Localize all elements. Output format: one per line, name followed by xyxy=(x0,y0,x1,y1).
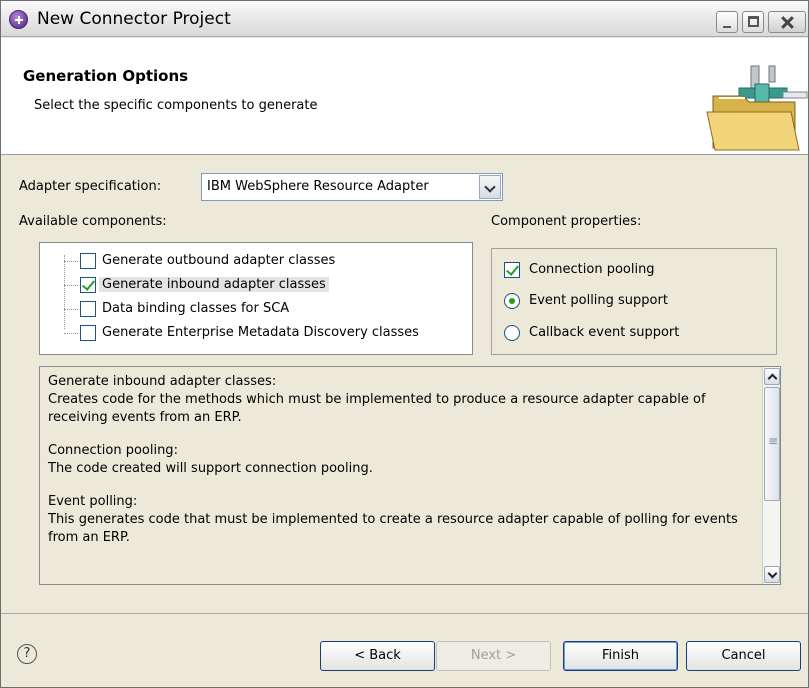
close-button[interactable] xyxy=(768,11,806,33)
emd-label: Generate Enterprise Metadata Discovery c… xyxy=(102,325,419,340)
folder-connector-icon xyxy=(706,65,808,151)
page-title: Generation Options xyxy=(23,67,189,85)
description-area[interactable]: Generate inbound adapter classes: Create… xyxy=(39,366,781,585)
tree-connector xyxy=(64,333,78,334)
event-polling-radio[interactable] xyxy=(504,293,520,309)
inbound-label: Generate inbound adapter classes xyxy=(99,277,329,292)
maximize-button[interactable] xyxy=(742,11,764,33)
tree-item-outbound[interactable]: Generate outbound adapter classes xyxy=(64,250,468,272)
checkbox-data-binding[interactable] xyxy=(80,301,96,317)
checkbox-inbound[interactable] xyxy=(80,277,96,293)
data-binding-label: Data binding classes for SCA xyxy=(102,301,290,316)
tree-connector xyxy=(64,261,78,262)
footer-divider xyxy=(1,613,808,614)
window-title: New Connector Project xyxy=(37,9,231,29)
description-connection-pooling: Connection pooling: The code created wil… xyxy=(48,443,373,476)
app-icon xyxy=(9,10,28,29)
callback-event-radio[interactable] xyxy=(504,325,520,341)
component-properties-panel: Connection pooling Event polling support… xyxy=(491,248,777,355)
cancel-button[interactable]: Cancel xyxy=(686,641,801,671)
adapter-specification-value: IBM WebSphere Resource Adapter xyxy=(207,179,429,194)
tree-connector xyxy=(64,309,78,310)
tree-connector xyxy=(64,285,78,286)
new-connector-project-dialog: New Connector Project Generation Options… xyxy=(0,0,809,688)
adapter-specification-select[interactable]: IBM WebSphere Resource Adapter xyxy=(201,173,503,201)
outbound-label: Generate outbound adapter classes xyxy=(102,253,336,268)
checkbox-outbound[interactable] xyxy=(80,253,96,269)
finish-button[interactable]: Finish xyxy=(563,641,678,671)
components-tree: Generate outbound adapter classes Genera… xyxy=(39,242,473,355)
callback-event-label: Callback event support xyxy=(529,325,680,340)
description-event-polling: Event polling: This generates code that … xyxy=(48,494,738,545)
scroll-down-icon[interactable] xyxy=(764,566,780,583)
event-polling-option[interactable]: Event polling support xyxy=(504,290,774,312)
title-bar[interactable]: New Connector Project xyxy=(1,1,808,37)
description-scrollbar[interactable] xyxy=(762,367,780,584)
adapter-specification-label: Adapter specification: xyxy=(19,179,162,194)
description-inbound: Generate inbound adapter classes: Create… xyxy=(48,374,706,425)
scroll-thumb[interactable] xyxy=(764,387,780,501)
event-polling-label: Event polling support xyxy=(529,293,668,308)
tree-item-emd[interactable]: Generate Enterprise Metadata Discovery c… xyxy=(64,322,468,344)
page-description: Select the specific components to genera… xyxy=(34,98,318,113)
connection-pooling-option[interactable]: Connection pooling xyxy=(504,259,774,281)
minimize-icon xyxy=(723,26,731,28)
component-properties-label: Component properties: xyxy=(491,214,642,229)
minimize-button[interactable] xyxy=(716,11,738,33)
available-components-label: Available components: xyxy=(19,214,167,229)
header-banner: Generation Options Select the specific c… xyxy=(1,38,808,155)
tree-item-data-binding[interactable]: Data binding classes for SCA xyxy=(64,298,468,320)
tree-item-inbound[interactable]: Generate inbound adapter classes xyxy=(64,274,468,296)
chevron-down-icon[interactable] xyxy=(479,175,501,199)
scroll-up-icon[interactable] xyxy=(764,368,780,385)
callback-event-option[interactable]: Callback event support xyxy=(504,322,774,344)
back-button[interactable]: < Back xyxy=(320,641,435,671)
connection-pooling-checkbox[interactable] xyxy=(504,262,520,278)
checkbox-emd[interactable] xyxy=(80,325,96,341)
connection-pooling-label: Connection pooling xyxy=(529,262,655,277)
maximize-icon xyxy=(748,16,759,27)
description-text: Generate inbound adapter classes: Create… xyxy=(48,373,758,562)
next-button[interactable]: Next > xyxy=(436,641,551,671)
help-icon[interactable]: ? xyxy=(17,644,37,664)
